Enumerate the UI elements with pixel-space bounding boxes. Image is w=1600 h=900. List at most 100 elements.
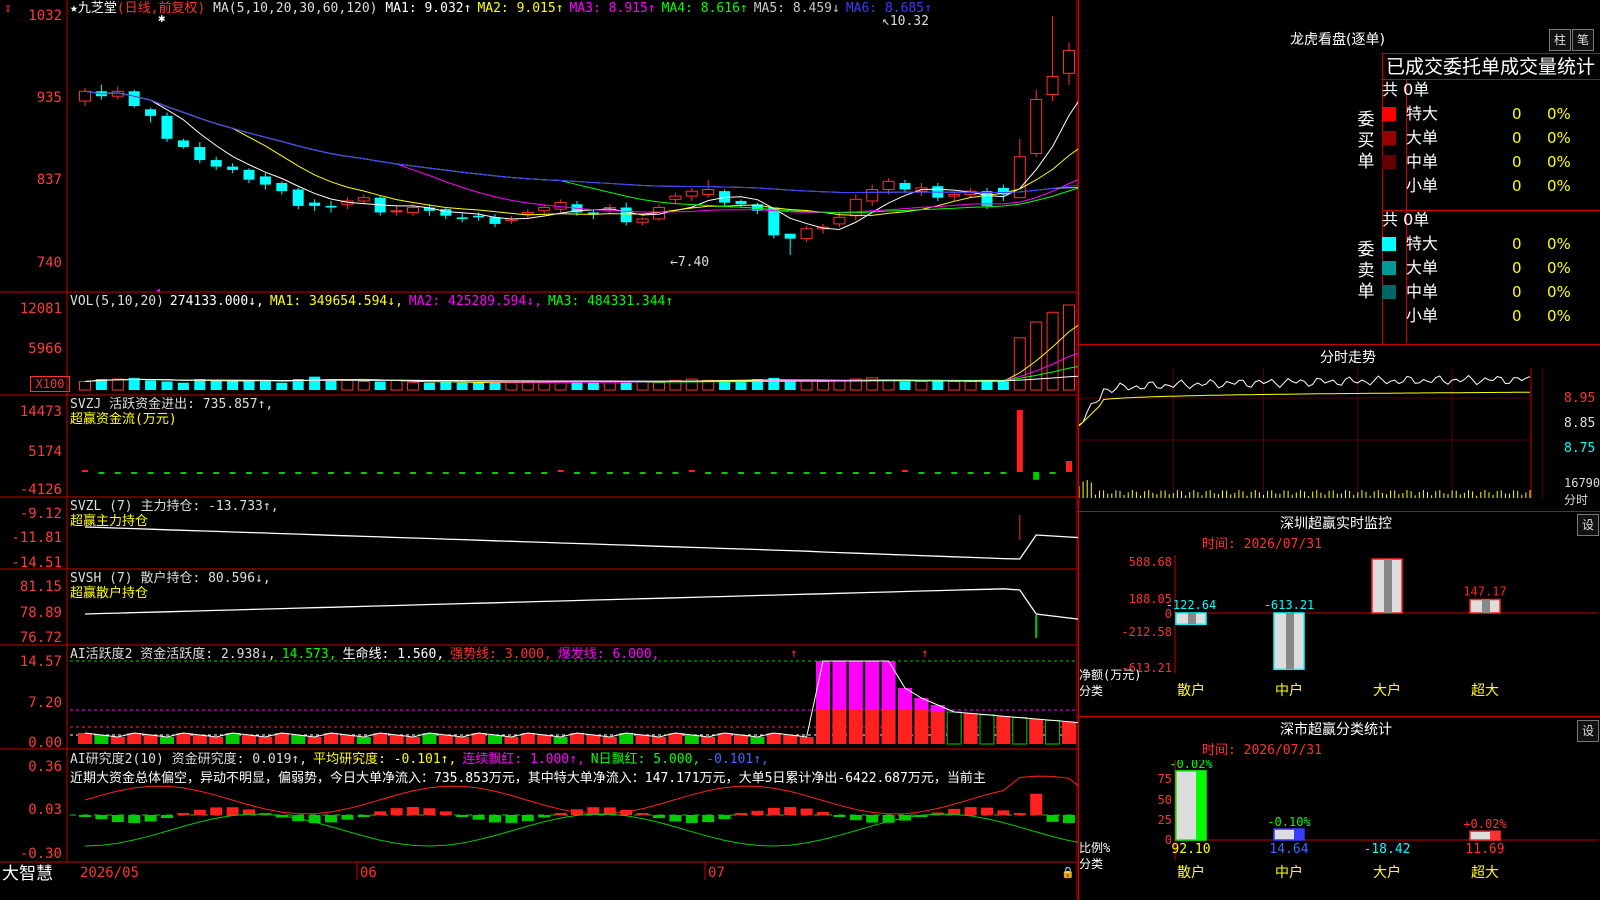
flow-bar: [918, 472, 925, 474]
flow-bar: [114, 472, 121, 474]
kline-header: ★九芝堂(日线,前复权) MA(5,10,20,30,60,120) MA1: …: [70, 1, 938, 17]
vol-bar: [423, 382, 435, 390]
research-bar: [357, 815, 370, 817]
sell-order-section: 委卖单共 0单 特大 0 0% 大单 0 0% 中单 0 0% 小单 0 0%: [1358, 210, 1600, 340]
classify-axis-label: 75: [1158, 772, 1172, 786]
svzl-axis-label: -14.51: [11, 555, 62, 571]
vol-bar: [833, 379, 846, 391]
candle-body: [1046, 76, 1059, 96]
vol-bar: [538, 382, 551, 391]
vol-bar: [440, 381, 452, 390]
bar-view-button[interactable]: 柱: [1549, 29, 1571, 51]
candle-body: [309, 202, 321, 206]
research-bar: [423, 808, 436, 815]
header-value: SVZJ 活跃资金进出: 735.857↑,: [70, 397, 274, 412]
intraday-axis-bottom: 分时: [1564, 493, 1589, 507]
flow-bar: [1000, 472, 1007, 474]
candle-body: [227, 166, 239, 170]
research-bar: [669, 815, 682, 822]
monitor-time: 时间: 2026/07/31: [1202, 537, 1322, 552]
header-value: 14.573,: [281, 647, 337, 662]
vol-bar: [227, 381, 239, 390]
monitor-bar-shade: [1286, 613, 1294, 670]
candle-body: [1030, 98, 1043, 155]
classify-time: 时间: 2026/07/31: [1202, 743, 1322, 758]
flow-bar: [229, 472, 236, 474]
classify-settings-button[interactable]: 设: [1577, 720, 1599, 742]
vol-unit-badge[interactable]: X100: [30, 376, 70, 392]
flow-bar: [1066, 460, 1072, 472]
flow-bar: [606, 472, 613, 474]
research-bar: [751, 810, 764, 815]
order-color-swatch: [1382, 285, 1396, 299]
vol-bar: [915, 381, 928, 391]
activity-bar: [1012, 717, 1028, 745]
flow-bar: [623, 472, 630, 474]
research-bar: [685, 815, 698, 823]
research-bar: [554, 813, 567, 815]
research-bar: [128, 815, 141, 823]
research-bar: [177, 813, 190, 815]
candle-body: [79, 90, 91, 102]
vol-bar: [735, 381, 747, 390]
monitor-settings-button[interactable]: 设: [1577, 514, 1599, 536]
classify-axis-name: 比例%: [1079, 841, 1111, 855]
vol-bar: [882, 379, 895, 391]
date-axis-label: 06: [360, 865, 377, 881]
activity-bar: [832, 661, 847, 710]
flow-bar: [869, 472, 876, 474]
activity-bar: [1045, 719, 1061, 745]
divider: [1078, 716, 1600, 717]
monitor-category: 超大: [1471, 683, 1499, 699]
vol-bar: [407, 382, 419, 391]
activity-bar: [340, 735, 355, 744]
research-axis-label: 0.36: [28, 759, 62, 775]
vol-bar: [899, 381, 911, 390]
vol-bar: [111, 378, 124, 391]
order-color-swatch: [1382, 237, 1396, 251]
research-bar: [341, 815, 354, 820]
flow-bar: [311, 472, 318, 474]
candle-body: [784, 233, 796, 239]
candle-body: [390, 210, 403, 213]
flow-bar: [770, 472, 777, 474]
candle-body: [489, 217, 501, 224]
monitor-axis-name: 分类: [1079, 684, 1103, 698]
high-price-annotation: ↖10.32: [882, 14, 929, 29]
svzj-axis-label: 5174: [28, 444, 62, 460]
vol-bar: [309, 376, 321, 390]
flow-bar: [787, 472, 794, 474]
order-row-cell: 中单: [1406, 282, 1439, 301]
research-bar: [521, 815, 534, 822]
order-row-cell: 0: [1512, 105, 1522, 123]
research-bar: [111, 815, 124, 823]
classify-bar-label: 11.69: [1465, 842, 1504, 857]
order-color-swatch: [1382, 155, 1396, 169]
research-bar: [538, 815, 551, 818]
intraday-axis-label: 16790: [1564, 476, 1600, 490]
research-bar: [1013, 813, 1026, 815]
intraday-title: 分时走势: [1320, 350, 1376, 366]
tick-view-button[interactable]: 笔: [1572, 29, 1594, 51]
vol-bar: [587, 382, 599, 390]
activity-bar: [504, 737, 519, 744]
flow-bar: [98, 472, 105, 474]
vol-bar: [505, 382, 518, 391]
lock-icon[interactable]: 🔒: [1061, 865, 1075, 881]
order-row-cell: 0: [1512, 283, 1522, 301]
vol-bar: [800, 379, 813, 391]
flow-bar: [738, 472, 744, 474]
candle-body: [735, 200, 747, 205]
flow-bar: [836, 472, 843, 474]
header-value: N日飘红: 5.000,: [590, 752, 701, 767]
activity-bar: [881, 710, 896, 744]
price-axis-label: 1032: [28, 8, 62, 24]
activity-bar: [1062, 721, 1076, 744]
candle-body: [259, 176, 271, 185]
candle-body: [325, 205, 337, 208]
activity-bar: [848, 710, 863, 744]
activity-bar: [930, 705, 945, 712]
candle-body: [128, 91, 140, 107]
intraday-chart[interactable]: [1079, 368, 1600, 510]
research-bar: [390, 808, 403, 815]
